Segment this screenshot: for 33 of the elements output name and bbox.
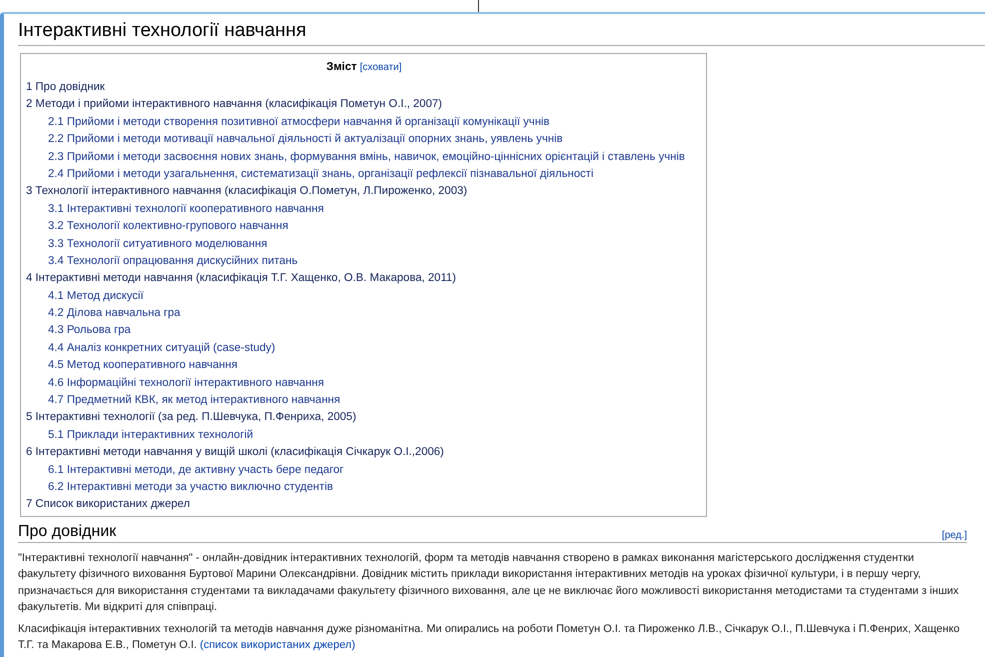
toc-link[interactable]: 3 Технології інтерактивного навчання (класифікація О.Пометун, Л.Пироженко, 2003) <box>26 183 468 201</box>
toc-link[interactable]: 4.3 Рольова гра <box>48 322 131 340</box>
toc-link[interactable]: 7 Список використаних джерел <box>26 496 190 514</box>
toc-link[interactable]: 4 Інтерактивні методи навчання (класифікація Т.Г. Хащенко, О.В. Макарова, 2011) <box>26 270 456 288</box>
toc-link[interactable]: 5 Інтерактивні технології (за ред. П.Шевчука, П.Фенриха, 2005) <box>26 409 356 427</box>
sources-link[interactable]: (список використаних джерел) <box>200 639 356 652</box>
toc-link[interactable]: 3.4 Технології опрацювання дискусійних питань <box>48 252 298 270</box>
toc-link[interactable]: 4.5 Метод кооперативного навчання <box>48 357 238 375</box>
toc-link[interactable]: 2.2 Прийоми і методи мотивації навчальної діяльності й актуалізації опорних знань, уявлень учнів <box>48 131 563 149</box>
toc-link[interactable]: 6.1 Інтерактивні методи, де активну участь бере педагог <box>48 462 344 479</box>
toc-link[interactable]: 3.1 Інтерактивні технології кооперативного навчання <box>48 200 324 218</box>
toc-link[interactable]: 5.1 Приклади інтерактивних технологій <box>48 426 254 444</box>
paragraph: "Інтерактивні технології навчання" - онлайн-довідник інтерактивних технологій, форм та методів навчання створено в рамках виконання магістерського дослідження студентки факультету фізичного виховання Буртової Марини Олександрівни. Довідник містить приклади використання інтерактивних методів на уроках фізичної культури, і в першу чергу, призначається для використання студентами та викладачами факультету фізичного виховання, але це не виключає його можливості використання методистами та студентами з інших факультетів. Ми відкриті для співпраці. <box>18 550 960 616</box>
edit-link[interactable]: [ред.] <box>942 530 967 541</box>
toc-link[interactable]: 2.4 Прийоми і методи узагальнення, систематизації знань, організації рефлексії пізнавальної діяльності <box>48 166 594 184</box>
section-heading: Про довідник <box>18 522 116 541</box>
toc-link[interactable]: 6.2 Інтерактивні методи за участю виключно студентів <box>48 478 333 496</box>
toc-link[interactable]: 3.2 Технології колективно-групового навчання <box>48 218 288 236</box>
toc-link[interactable]: 4.2 Ділова навчальна гра <box>48 305 180 322</box>
toc-link[interactable]: 2 Методи і прийоми інтерактивного навчання (класифікація Пометун О.І., 2007) <box>26 96 442 114</box>
toc-link[interactable]: 2.1 Прийоми і методи створення позитивної атмосфери навчання й організації комунікації учнів <box>48 114 550 132</box>
toc-link[interactable]: 4.7 Предметний КВК, як метод інтерактивного навчання <box>48 392 340 410</box>
toc-link[interactable]: 1 Про довідник <box>26 79 105 96</box>
hide-link[interactable]: [сховати] <box>360 62 402 73</box>
toc-title: Зміст <box>326 61 357 73</box>
toc-link[interactable]: 6 Інтерактивні методи навчання у вищій школі (класифікація Січкарук О.І.,2006) <box>26 444 444 462</box>
toc-link[interactable]: 2.3 Прийоми і методи засвоєння нових знань, формування вмінь, навичок, емоційно-ціннісних орієнтацій і ставлень учнів <box>48 148 685 166</box>
toc-link[interactable]: 3.3 Технології ситуативного моделювання <box>48 236 268 253</box>
toc-link[interactable]: 4.6 Інформаційні технології інтерактивного навчання <box>48 374 324 392</box>
page-title: Інтерактивні технології навчання <box>18 20 985 46</box>
toc-link[interactable]: 4.4 Аналіз конкретних ситуацій (case-study) <box>48 340 276 358</box>
paragraph: Класифікація інтерактивних технологій та методів навчання дуже різноманітна. Ми опирались на роботи Пометун О.І. та Пироженко Л.В., Січкарук О.І., П.Шевчука і П.Фенрих, Хащенко Т.Г. та Макарова Е.В., Пометун О.І. (список використаних джерел) <box>18 622 961 654</box>
toc-link[interactable]: 4.1 Метод дискусії <box>48 288 144 306</box>
